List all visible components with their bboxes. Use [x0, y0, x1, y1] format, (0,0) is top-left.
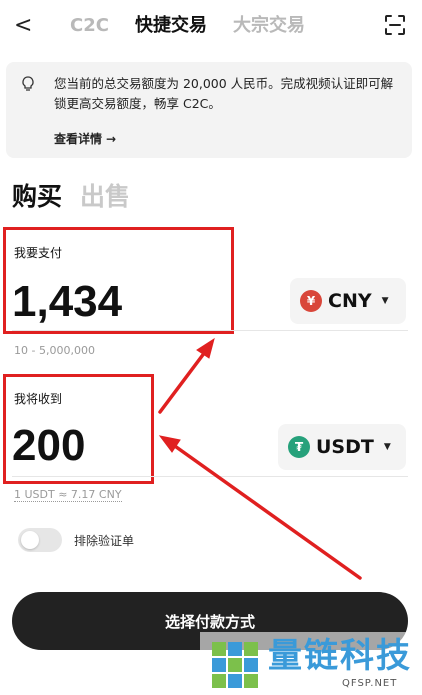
receive-currency-code: USDT: [316, 436, 374, 458]
tab-quick-trade[interactable]: 快捷交易: [135, 14, 207, 38]
tab-buy[interactable]: 购买: [12, 180, 62, 214]
caret-down-icon: ▼: [381, 296, 389, 306]
receive-currency-select[interactable]: ₮ USDT ▼: [278, 424, 406, 470]
arrow-right-icon: →: [106, 132, 117, 146]
exclude-verified-label: 排除验证单: [74, 534, 135, 548]
pay-label: 我要支付: [14, 246, 63, 260]
scan-icon[interactable]: [384, 14, 406, 36]
pay-currency-select[interactable]: ¥ CNY ▼: [290, 278, 406, 324]
view-details-label: 查看详情: [54, 132, 103, 146]
annotation-arrow-to-pay: [158, 346, 210, 414]
annotation-arrowhead-pay: [196, 337, 215, 359]
notice-text: 您当前的总交易额度为 20,000 人民币。完成视频认证即可解锁更高交易额度，畅…: [54, 76, 394, 111]
exclude-verified-toggle[interactable]: [18, 528, 62, 552]
receive-amount-input[interactable]: 200: [12, 422, 85, 470]
lightbulb-icon: [22, 76, 34, 91]
pay-divider: [12, 330, 408, 331]
pay-currency-code: CNY: [328, 290, 372, 312]
exchange-rate[interactable]: 1 USDT ≈ 7.17 CNY: [14, 488, 122, 502]
trade-mode-tabs: C2C 快捷交易 大宗交易: [70, 14, 305, 38]
toggle-knob: [21, 531, 39, 549]
watermark-subtext: QFSP.NET: [342, 678, 398, 689]
top-bar: < C2C 快捷交易 大宗交易: [0, 0, 422, 54]
view-details-link[interactable]: 查看详情 →: [54, 130, 116, 147]
buy-sell-switch: 购买 出售: [12, 180, 130, 214]
watermark-text: 量链科技: [268, 636, 412, 676]
cny-icon: ¥: [300, 290, 322, 312]
caret-down-icon: ▼: [383, 442, 391, 452]
tab-c2c[interactable]: C2C: [70, 14, 109, 38]
tab-sell[interactable]: 出售: [80, 180, 130, 214]
pay-amount-input[interactable]: 1,434: [12, 278, 122, 326]
usdt-icon: ₮: [288, 436, 310, 458]
watermark-logo-icon: [212, 642, 258, 688]
annotation-arrowhead-receive: [158, 435, 181, 453]
tab-block-trade[interactable]: 大宗交易: [233, 14, 305, 38]
receive-label: 我将收到: [14, 392, 63, 406]
back-icon[interactable]: <: [14, 14, 36, 38]
pay-range-hint: 10 - 5,000,000: [14, 344, 95, 357]
watermark: 量链科技 QFSP.NET: [200, 632, 422, 695]
receive-divider: [12, 476, 408, 477]
limit-notice: 您当前的总交易额度为 20,000 人民币。完成视频认证即可解锁更高交易额度，畅…: [6, 62, 412, 158]
